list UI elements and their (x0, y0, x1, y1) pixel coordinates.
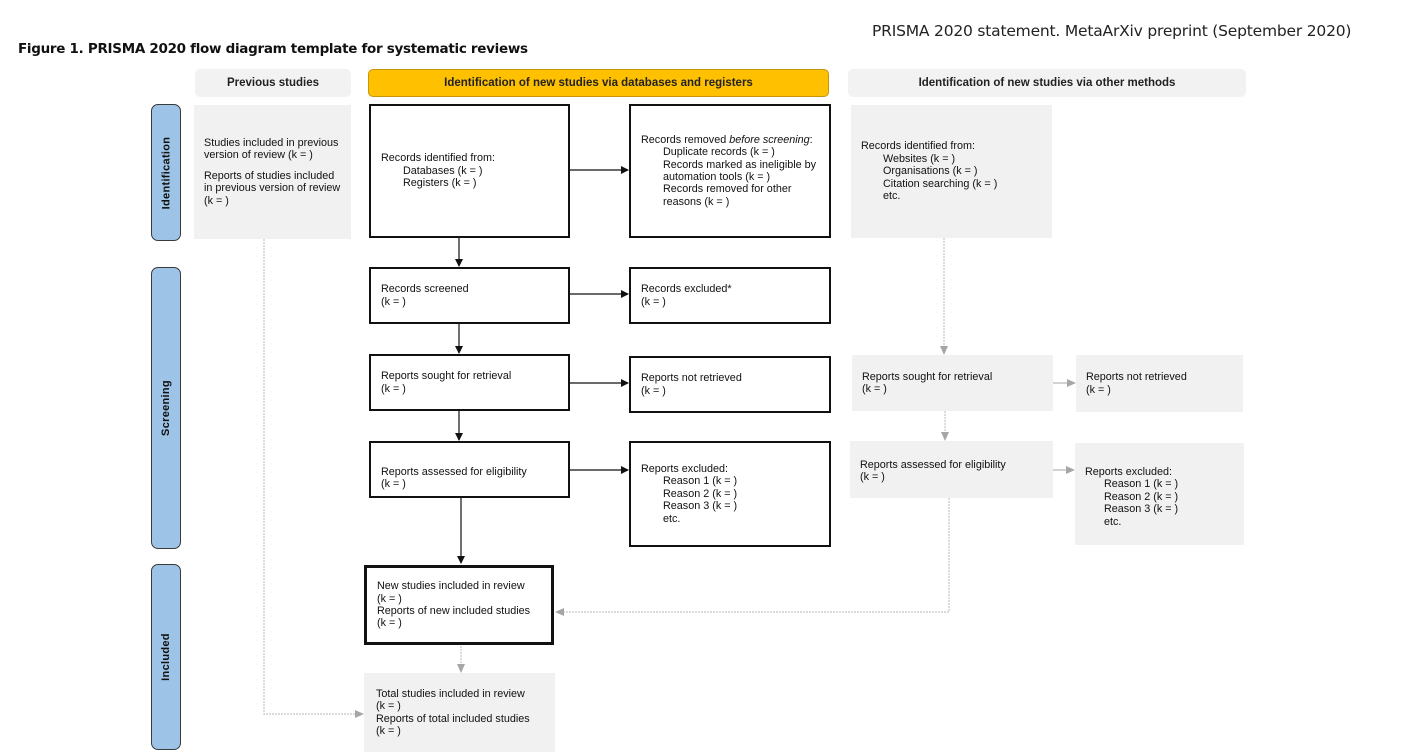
reason-1: Reason 1 (k = ) (663, 475, 738, 488)
records-screened-title: Records screened (381, 283, 469, 296)
header-note: PRISMA 2020 statement. MetaArXiv preprin… (872, 22, 1352, 40)
phase-identification: Identification (151, 104, 181, 241)
reason-etc: etc. (663, 512, 681, 525)
databases-count: Databases (k = ) (403, 164, 483, 177)
column-header-databases: Identification of new studies via databa… (368, 69, 829, 97)
other-identified-title: Records identified from: (861, 140, 976, 153)
other-reports-not-retrieved-title: Reports not retrieved (1086, 371, 1187, 384)
reports-sought-count: (k = ) (381, 382, 406, 395)
registers-count: Registers (k = ) (403, 177, 477, 190)
reports-not-retrieved-title: Reports not retrieved (641, 372, 742, 385)
column-header-other: Identification of new studies via other … (848, 69, 1246, 97)
other-reason-etc: etc. (1104, 515, 1122, 528)
reports-sought-title: Reports sought for retrieval (381, 370, 512, 383)
records-excluded-count: (k = ) (641, 295, 666, 308)
new-studies-included-count: (k = ) (377, 592, 402, 605)
other-reports-excluded-title: Reports excluded: (1085, 465, 1173, 478)
column-header-previous: Previous studies (195, 69, 351, 97)
phase-included: Included (151, 564, 181, 750)
phase-screening-label: Screening (160, 380, 173, 436)
phase-identification-label: Identification (160, 136, 172, 209)
websites-count: Websites (k = ) (883, 152, 956, 165)
other-reports-not-retrieved-box: Reports not retrieved (k = ) (1076, 355, 1243, 412)
records-identified-other-box: Records identified from: Websites (k = )… (851, 105, 1052, 238)
previous-reports-included: Reports of studies included in previous … (204, 169, 341, 207)
other-reason-3: Reason 3 (k = ) (1104, 503, 1179, 516)
records-removed-title: Records removed before screening: (641, 133, 813, 146)
phase-screening: Screening (151, 267, 181, 549)
records-ineligible-automation: Records marked as ineligible by automati… (663, 158, 817, 183)
records-screened-count: (k = ) (381, 295, 406, 308)
records-identified-databases-box: Records identified from: Databases (k = … (369, 104, 570, 238)
other-reason-2: Reason 2 (k = ) (1104, 490, 1179, 503)
previous-studies-included: Studies included in previous version of … (204, 136, 339, 162)
reports-assessed-box: Reports assessed for eligibility (k = ) (369, 441, 570, 498)
reports-assessed-title: Reports assessed for eligibility (381, 466, 527, 478)
other-reports-assessed-count: (k = ) (860, 471, 885, 484)
reports-assessed-count: (k = ) (381, 478, 406, 491)
records-screened-box: Records screened (k = ) (369, 267, 570, 324)
other-reports-not-retrieved-count: (k = ) (1086, 383, 1111, 396)
duplicate-records: Duplicate records (k = ) (663, 146, 775, 159)
reports-not-retrieved-box: Reports not retrieved (k = ) (629, 356, 831, 413)
organisations-count: Organisations (k = ) (883, 165, 978, 178)
reports-excluded-box: Reports excluded: Reason 1 (k = ) Reason… (629, 441, 831, 547)
reports-not-retrieved-count: (k = ) (641, 384, 666, 397)
records-identified-title: Records identified from: (381, 152, 496, 165)
reports-sought-box: Reports sought for retrieval (k = ) (369, 354, 570, 411)
other-reports-assessed-box: Reports assessed for eligibility (k = ) (850, 441, 1053, 498)
other-reason-1: Reason 1 (k = ) (1104, 478, 1179, 491)
total-studies-included-count: (k = ) (376, 700, 401, 713)
phase-included-label: Included (160, 633, 172, 681)
new-reports-included-count: (k = ) (377, 617, 402, 630)
total-studies-included-box: Total studies included in review (k = ) … (364, 673, 555, 752)
citation-searching-count: Citation searching (k = ) (883, 177, 998, 190)
figure-title: Figure 1. PRISMA 2020 flow diagram templ… (18, 41, 528, 57)
records-removed-box: Records removed before screening: Duplic… (629, 104, 831, 238)
reports-excluded-title: Reports excluded: (641, 462, 729, 475)
other-reports-sought-box: Reports sought for retrieval (k = ) (852, 355, 1053, 411)
reason-2: Reason 2 (k = ) (663, 487, 738, 500)
new-studies-included-title: New studies included in review (377, 580, 525, 593)
total-reports-included-title: Reports of total included studies (376, 712, 530, 725)
total-reports-included-count: (k = ) (376, 724, 401, 737)
new-reports-included-title: Reports of new included studies (377, 605, 531, 617)
other-reports-sought-title: Reports sought for retrieval (862, 370, 993, 383)
other-reports-excluded-box: Reports excluded: Reason 1 (k = ) Reason… (1075, 443, 1244, 545)
records-excluded-box: Records excluded* (k = ) (629, 267, 831, 324)
new-studies-included-box: New studies included in review (k = ) Re… (364, 565, 554, 645)
other-etc: etc. (883, 190, 901, 203)
reason-3: Reason 3 (k = ) (663, 500, 738, 513)
records-removed-other: Records removed for other reasons (k = ) (663, 183, 792, 208)
arrow-previous-to-total-included (263, 239, 364, 718)
total-studies-included-title: Total studies included in review (376, 687, 525, 700)
previous-studies-box: Studies included in previous version of … (194, 105, 351, 239)
other-reports-sought-count: (k = ) (862, 383, 887, 395)
records-excluded-title: Records excluded* (641, 283, 732, 296)
other-reports-assessed-title: Reports assessed for eligibility (860, 459, 1006, 471)
